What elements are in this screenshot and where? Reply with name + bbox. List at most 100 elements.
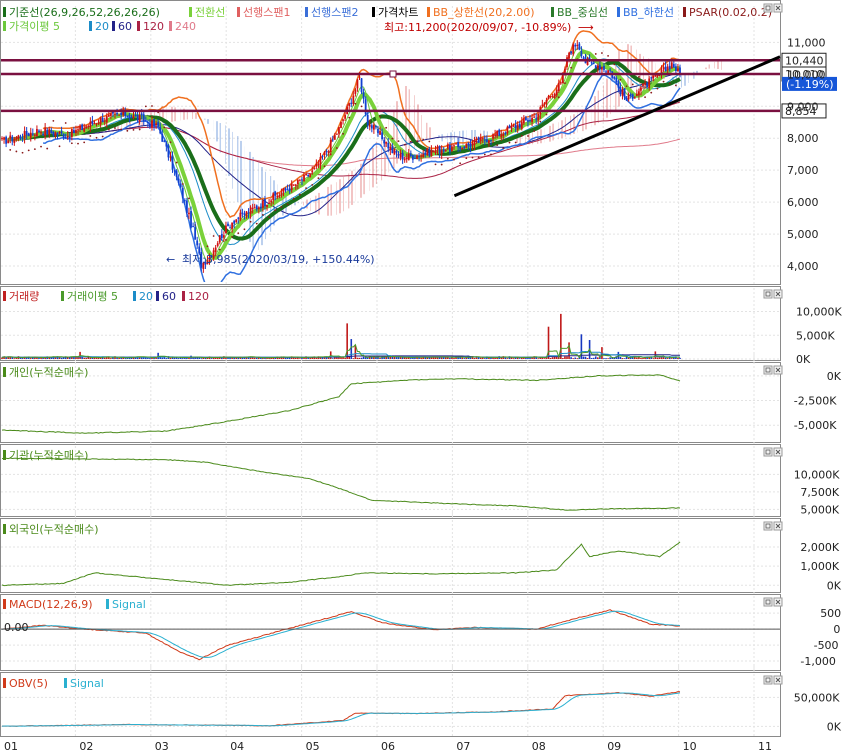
ichimoku-cloud-slice — [375, 141, 378, 184]
candle-body — [52, 131, 55, 136]
candle-body — [338, 126, 340, 134]
candle-body — [130, 117, 133, 119]
volume-bar — [42, 357, 44, 359]
volume-bar — [225, 357, 227, 359]
psar-dot — [95, 136, 98, 139]
candle-body — [17, 135, 20, 139]
price-tick-label: 5,000 — [787, 228, 819, 241]
ichimoku-cloud-slice — [560, 120, 563, 139]
candle-body — [490, 139, 492, 141]
psar-dot — [163, 126, 166, 129]
legend-obv: OBV(5) — [9, 677, 48, 690]
panel-maximize-button[interactable] — [763, 3, 773, 13]
volume-bar — [492, 357, 494, 359]
candle-body — [255, 205, 258, 210]
psar-dot — [169, 141, 172, 144]
candle-body — [266, 204, 268, 207]
candle-body — [21, 138, 24, 140]
candle-body — [461, 147, 464, 150]
candle-body — [70, 128, 73, 137]
candle-body — [177, 178, 180, 184]
candle-body — [650, 77, 653, 79]
psar-dot — [354, 102, 357, 105]
ichimoku-cloud-slice — [338, 179, 341, 214]
volume-bar — [147, 357, 149, 359]
psar-dot — [650, 91, 653, 94]
low-arrow: ← — [166, 253, 175, 266]
candle-body — [118, 114, 121, 116]
legend-swatch-obv — [3, 678, 6, 688]
volume-bar — [173, 357, 176, 359]
panel-maximize-button[interactable] — [763, 675, 773, 685]
legend-ma120: 120 — [143, 20, 164, 33]
volume-bar — [564, 356, 566, 359]
volume-bar — [621, 358, 624, 359]
candle-body — [175, 170, 178, 177]
ichimoku-cloud-slice — [380, 135, 383, 181]
candle-body — [38, 130, 40, 132]
price-tick-label: 4,000 — [787, 260, 819, 273]
panel-maximize-button[interactable] — [763, 521, 773, 531]
volume-bar — [576, 358, 579, 359]
psar-dot — [674, 84, 677, 87]
candle-body — [533, 116, 536, 118]
panel-maximize-button[interactable] — [763, 289, 773, 299]
ichimoku-cloud-slice — [601, 85, 604, 121]
candle-body — [268, 202, 270, 204]
legend-vol-ma5: 거래이평 5 — [67, 290, 118, 303]
candle-body — [500, 134, 503, 138]
candle-body — [356, 79, 359, 89]
volume-bar — [642, 357, 644, 359]
candle-body — [416, 155, 418, 160]
psar-dot — [440, 163, 443, 166]
volume-bar — [81, 357, 83, 359]
candle-body — [407, 153, 410, 160]
candle-body — [9, 135, 12, 139]
ichimoku-cloud-slice — [236, 136, 239, 202]
candle-body — [188, 212, 190, 215]
volume-bar — [182, 358, 184, 359]
ichimoku-cloud-slice — [343, 177, 346, 212]
candle-body — [420, 155, 423, 157]
psar-dot — [101, 135, 104, 138]
candle-body — [582, 57, 585, 59]
price-tick-label: 11,000 — [787, 36, 826, 49]
candle-body — [479, 137, 482, 142]
candle-body — [348, 103, 351, 106]
ichimoku-cloud-slice — [170, 106, 173, 122]
volume-bar — [640, 357, 642, 359]
candle-body — [613, 76, 616, 79]
volume-tick-label: 10,000K — [796, 306, 842, 319]
legend-swatch-macd-signal — [106, 599, 109, 609]
psar-dot — [434, 163, 437, 166]
price-tick-label: 6,000 — [787, 196, 819, 209]
volume-bar — [607, 358, 609, 359]
psar-dot — [138, 128, 141, 131]
candle-body — [151, 120, 153, 128]
candle-body — [235, 219, 238, 222]
psar-dot — [342, 132, 344, 135]
candle-body — [319, 156, 322, 165]
psar-dot — [144, 105, 147, 108]
candle-body — [607, 70, 609, 73]
volume-bar — [506, 358, 509, 359]
volume-bar — [512, 358, 515, 359]
candle-body — [502, 133, 505, 136]
candle-body — [276, 195, 279, 198]
candle-body — [549, 95, 552, 97]
volume-bar — [151, 358, 153, 359]
panel-maximize-button[interactable] — [763, 597, 773, 607]
ichimoku-cloud-slice — [318, 192, 321, 215]
candle-body — [566, 57, 568, 68]
psar-dot — [397, 140, 400, 143]
candle-body — [161, 133, 164, 142]
panel-maximize-button[interactable] — [763, 447, 773, 457]
panel-maximize-button[interactable] — [763, 365, 773, 375]
legend-span1: 선행스팬1 — [243, 6, 290, 19]
stock-chart: 10,44010,010(-1.19%)8,854 11,00010,0009,… — [0, 0, 847, 754]
candle-body — [535, 118, 538, 120]
candle-body — [664, 66, 667, 72]
month-label-08: 08 — [532, 740, 546, 753]
psar-dot — [508, 141, 511, 144]
legend-swatch-ma20 — [89, 21, 92, 31]
